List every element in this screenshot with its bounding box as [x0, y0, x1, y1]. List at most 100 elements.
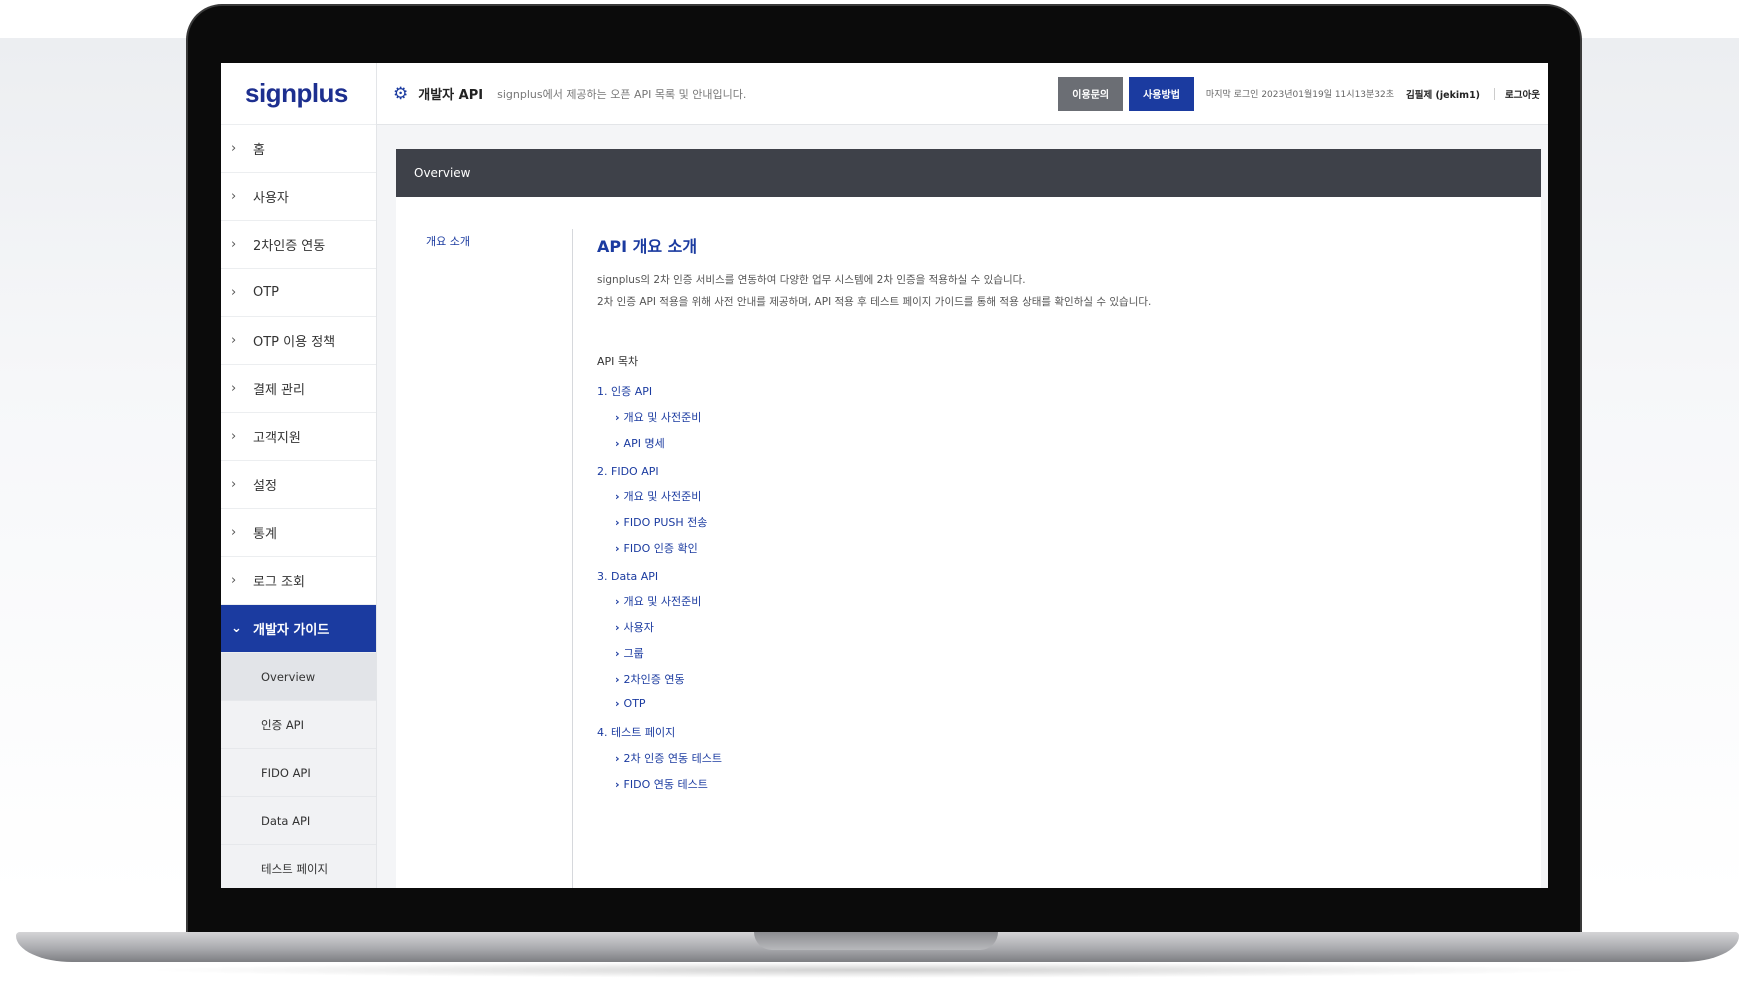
- chevron-right-icon: ›: [615, 595, 620, 608]
- sidebar-item[interactable]: › OTP: [221, 269, 376, 317]
- header: ⚙ 개발자 API signplus에서 제공하는 오픈 API 목록 및 안내…: [377, 63, 1548, 125]
- toc-section[interactable]: 1. 인증 API: [597, 383, 1517, 399]
- toc-link[interactable]: › 2차 인증 연동 테스트: [615, 750, 1517, 766]
- toc-link[interactable]: › 개요 및 사전준비: [615, 409, 1517, 425]
- inquiry-button[interactable]: 이용문의: [1058, 76, 1124, 111]
- sidebar-item[interactable]: ⌄ 개발자 가이드: [221, 605, 376, 653]
- sidebar-item[interactable]: › 사용자: [221, 173, 376, 221]
- chevron-right-icon: ›: [231, 237, 237, 252]
- laptop-shadow: [140, 962, 1600, 978]
- chevron-right-icon: ›: [231, 381, 237, 396]
- chevron-right-icon: ›: [231, 477, 237, 492]
- chevron-right-icon: ›: [615, 778, 620, 791]
- toc-link-label: 2차인증 연동: [623, 673, 685, 686]
- sidebar-subitem[interactable]: 테스트 페이지: [221, 845, 376, 888]
- toc: 1. 인증 API › 개요 및 사전준비 › API 명세 2. FIDO API › 개요…: [597, 383, 1517, 792]
- sidebar-item[interactable]: › 통계: [221, 509, 376, 557]
- gear-icon: ⚙: [393, 83, 409, 104]
- toc-link[interactable]: › API 명세: [615, 435, 1517, 451]
- screen: signplus › 홈 › 사용자 › 2차인증 연동 › OTP › OTP 이용 정책 › 결제…: [221, 63, 1548, 888]
- toc-link[interactable]: › 사용자: [615, 619, 1517, 635]
- toc-section[interactable]: 3. Data API: [597, 570, 1517, 583]
- chevron-right-icon: ›: [231, 189, 237, 204]
- doc-divider: [572, 229, 573, 888]
- sidebar-item-label: 2차인증 연동: [253, 239, 326, 254]
- sidebar-item-label: 사용자: [253, 191, 289, 206]
- toc-link[interactable]: › OTP: [615, 697, 1517, 710]
- sidebar-item[interactable]: › 2차인증 연동: [221, 221, 376, 269]
- toc-link[interactable]: › FIDO PUSH 전송: [615, 514, 1517, 530]
- sidebar-nav: › 홈 › 사용자 › 2차인증 연동 › OTP › OTP 이용 정책 › 결제 관리 › 고객지원 ›…: [221, 125, 376, 653]
- toc-link-label: API 명세: [623, 437, 665, 450]
- chevron-right-icon: ›: [615, 437, 620, 450]
- toc-link-label: 사용자: [623, 621, 654, 634]
- chevron-right-icon: ›: [231, 525, 237, 540]
- toc-heading: API 목차: [597, 355, 639, 368]
- sidebar-subitem[interactable]: Overview: [221, 653, 376, 701]
- toc-link[interactable]: › 그룹: [615, 645, 1517, 661]
- chevron-right-icon: ›: [615, 542, 620, 555]
- doc-paragraph: signplus의 2차 인증 서비스를 연동하여 다양한 업무 시스템에 2차…: [597, 274, 1026, 286]
- sidebar-item[interactable]: › 설정: [221, 461, 376, 509]
- toc-link[interactable]: › FIDO 연동 테스트: [615, 776, 1517, 792]
- doc-paragraph: 2차 인증 API 적용을 위해 사전 안내를 제공하며, API 적용 후 테…: [597, 296, 1152, 308]
- toc-link-label: 개요 및 사전준비: [623, 595, 702, 608]
- sidebar-item[interactable]: › 결제 관리: [221, 365, 376, 413]
- logo[interactable]: signplus: [221, 63, 376, 125]
- toc-link[interactable]: › 개요 및 사전준비: [615, 488, 1517, 504]
- sidebar-item-label: 통계: [253, 527, 277, 542]
- laptop-notch: [754, 932, 998, 950]
- toc-link-label: 2차 인증 연동 테스트: [623, 752, 722, 765]
- chevron-right-icon: ›: [231, 333, 237, 348]
- sidebar-subitem[interactable]: 인증 API: [221, 701, 376, 749]
- toc-link[interactable]: › 개요 및 사전준비: [615, 593, 1517, 609]
- toc-link-label: FIDO 인증 확인: [623, 542, 698, 555]
- document: 개요 소개 API 개요 소개 signplus의 2차 인증 서비스를 연동하…: [396, 197, 1541, 888]
- sidebar-item-label: 설정: [253, 479, 277, 494]
- sidebar-item-label: 홈: [253, 143, 265, 158]
- toc-link-label: 그룹: [623, 647, 644, 660]
- chevron-right-icon: ›: [615, 697, 620, 710]
- sidebar-item[interactable]: › 로그 조회: [221, 557, 376, 605]
- sidebar-item[interactable]: › 홈: [221, 125, 376, 173]
- sidebar-subitem[interactable]: FIDO API: [221, 749, 376, 797]
- sidebar-item-label: 로그 조회: [253, 575, 305, 590]
- chevron-right-icon: ›: [231, 429, 237, 444]
- sidebar-item[interactable]: › 고객지원: [221, 413, 376, 461]
- doc-nav-link[interactable]: 개요 소개: [426, 233, 470, 249]
- page-description: signplus에서 제공하는 오픈 API 목록 및 안내입니다.: [497, 87, 747, 101]
- toc-link-label: 개요 및 사전준비: [623, 411, 702, 424]
- doc-title: API 개요 소개: [597, 237, 698, 256]
- chevron-right-icon: ›: [615, 647, 620, 660]
- howto-button[interactable]: 사용방법: [1129, 76, 1194, 111]
- sidebar-item-label: 고객지원: [253, 431, 301, 446]
- user-name[interactable]: 김필제 (jekim1): [1406, 87, 1480, 101]
- sidebar-item[interactable]: › OTP 이용 정책: [221, 317, 376, 365]
- sidebar-subnav: Overview 인증 API FIDO API Data API 테스트 페이지: [221, 653, 376, 888]
- sidebar-item-label: 개발자 가이드: [253, 623, 330, 638]
- sidebar-item-label: OTP: [253, 285, 280, 300]
- sidebar: signplus › 홈 › 사용자 › 2차인증 연동 › OTP › OTP 이용 정책 › 결제…: [221, 63, 377, 888]
- toc-link[interactable]: › 2차인증 연동: [615, 671, 1517, 687]
- page-title: 개발자 API: [418, 88, 484, 103]
- toc-section[interactable]: 4. 테스트 페이지: [597, 724, 1517, 740]
- chevron-right-icon: ›: [615, 621, 620, 634]
- chevron-right-icon: ›: [615, 490, 620, 503]
- chevron-right-icon: ›: [231, 285, 237, 300]
- main-content: Overview 개요 소개 API 개요 소개 signplus의 2차 인증…: [396, 149, 1541, 888]
- chevron-right-icon: ›: [231, 573, 237, 588]
- section-title: Overview: [414, 166, 471, 180]
- chevron-right-icon: ›: [615, 752, 620, 765]
- header-divider: [1494, 87, 1496, 100]
- section-title-bar: Overview: [396, 149, 1541, 197]
- chevron-right-icon: ›: [231, 141, 237, 156]
- doc-body: API 개요 소개 signplus의 2차 인증 서비스를 연동하여 다양한 …: [597, 233, 1517, 792]
- sidebar-subitem[interactable]: Data API: [221, 797, 376, 845]
- toc-section[interactable]: 2. FIDO API: [597, 465, 1517, 478]
- chevron-down-icon: ⌄: [231, 621, 242, 636]
- logout-link[interactable]: 로그아웃: [1505, 87, 1540, 101]
- toc-link[interactable]: › FIDO 인증 확인: [615, 540, 1517, 556]
- toc-link-label: OTP: [623, 697, 646, 710]
- chevron-right-icon: ›: [615, 516, 620, 529]
- chevron-right-icon: ›: [615, 673, 620, 686]
